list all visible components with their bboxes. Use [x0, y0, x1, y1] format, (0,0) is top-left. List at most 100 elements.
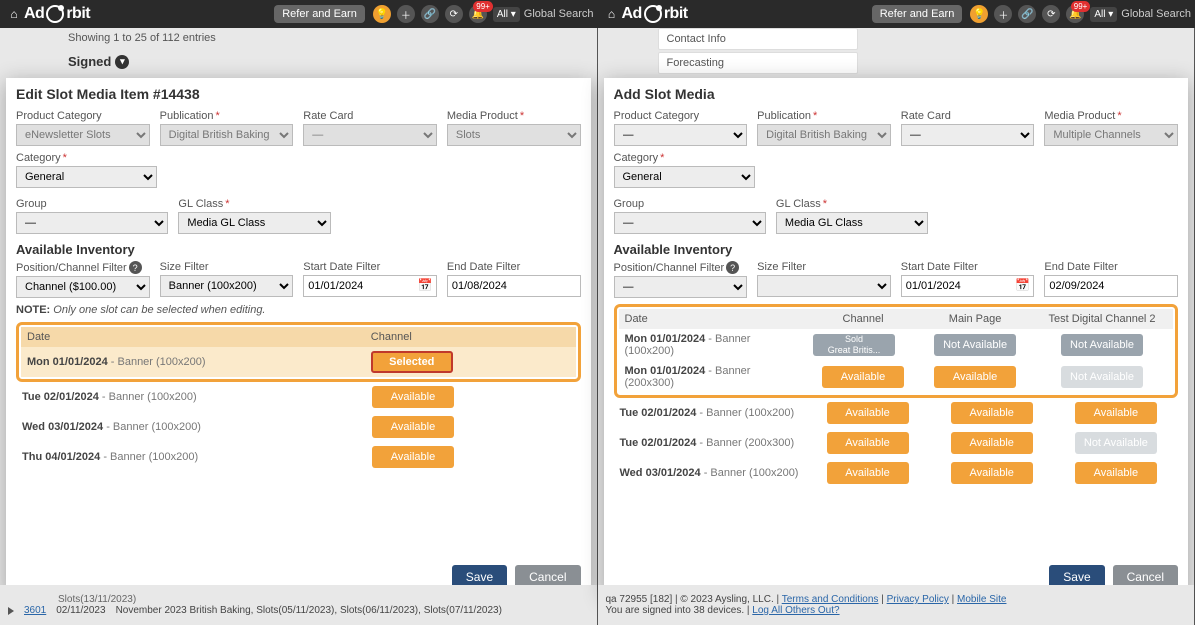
search-scope-select[interactable]: All ▾: [493, 7, 520, 22]
col-test-channel: Test Digital Channel 2: [1031, 309, 1173, 329]
media-product-select[interactable]: Slots: [447, 124, 581, 146]
table-row: Tue 02/01/2024 - Banner (200x300) Availa…: [614, 428, 1179, 458]
help-icon[interactable]: ?: [726, 261, 739, 274]
table-row: Wed 03/01/2024 - Banner (100x200) Availa…: [614, 458, 1179, 488]
table-row: Tue 02/01/2024 - Banner (100x200) Availa…: [16, 382, 581, 412]
slot-button-available[interactable]: Available: [1075, 402, 1157, 424]
position-channel-filter-select[interactable]: —: [614, 276, 748, 298]
label-group: Group: [16, 198, 168, 210]
group-select[interactable]: —: [614, 212, 766, 234]
ideas-icon[interactable]: 💡: [970, 5, 988, 23]
brand-logo: Adrbit: [24, 2, 90, 26]
slot-button-available[interactable]: Available: [951, 462, 1033, 484]
col-main-page: Main Page: [919, 309, 1031, 329]
section-available-inventory: Available Inventory: [614, 242, 1179, 257]
slot-button-available[interactable]: Available: [827, 432, 909, 454]
table-row: Tue 02/01/2024 - Banner (100x200) Availa…: [614, 398, 1179, 428]
section-available-inventory: Available Inventory: [16, 242, 581, 257]
label-size-filter: Size Filter: [160, 261, 294, 273]
add-slot-modal: Add Slot Media Product Category — Public…: [604, 78, 1189, 595]
label-category: Category *: [614, 152, 755, 164]
gl-class-select[interactable]: Media GL Class: [776, 212, 928, 234]
label-size-filter: Size Filter: [757, 261, 891, 273]
label-gl-class: GL Class *: [776, 198, 928, 210]
size-filter-select[interactable]: [757, 275, 891, 297]
link-icon[interactable]: 🔗: [421, 5, 439, 23]
slot-button-available[interactable]: Available: [372, 386, 454, 408]
category-select[interactable]: General: [614, 166, 755, 188]
label-start-date-filter: Start Date Filter: [901, 261, 1035, 273]
section-heading-signed: Signed: [68, 54, 111, 69]
chevron-down-icon[interactable]: ▾: [115, 55, 129, 69]
slot-button-not-available: Not Available: [1061, 366, 1143, 388]
history-icon[interactable]: ⟳: [1042, 5, 1060, 23]
end-date-input[interactable]: [1044, 275, 1178, 297]
expand-icon[interactable]: [8, 607, 14, 615]
add-icon[interactable]: ＋: [397, 5, 415, 23]
help-icon[interactable]: ?: [129, 261, 142, 274]
privacy-link[interactable]: Privacy Policy: [887, 594, 949, 605]
link-icon[interactable]: 🔗: [1018, 5, 1036, 23]
rate-card-select[interactable]: —: [303, 124, 437, 146]
mobile-site-link[interactable]: Mobile Site: [957, 594, 1006, 605]
terms-link[interactable]: Terms and Conditions: [782, 594, 879, 605]
rate-card-select[interactable]: —: [901, 124, 1035, 146]
product-category-select[interactable]: —: [614, 124, 748, 146]
sidebar-item-forecasting[interactable]: Forecasting: [658, 52, 858, 74]
sidebar-item-contact-info[interactable]: Contact Info: [658, 28, 858, 50]
label-end-date-filter: End Date Filter: [1044, 261, 1178, 273]
category-select[interactable]: General: [16, 166, 157, 188]
bell-icon[interactable]: 🔔99+: [1066, 5, 1084, 23]
start-date-input[interactable]: [901, 275, 1035, 297]
slot-button-available[interactable]: Available: [827, 402, 909, 424]
slot-button-available[interactable]: Available: [1075, 462, 1157, 484]
table-row: Mon 01/01/2024 - Banner (200x300) Availa…: [619, 361, 1174, 393]
refer-earn-button[interactable]: Refer and Earn: [872, 5, 963, 23]
home-icon[interactable]: ⌂: [602, 7, 622, 21]
slot-button-available[interactable]: Available: [951, 432, 1033, 454]
group-select[interactable]: —: [16, 212, 168, 234]
label-gl-class: GL Class *: [178, 198, 330, 210]
size-filter-select[interactable]: Banner (100x200): [160, 275, 294, 297]
label-product-category: Product Category: [16, 110, 150, 122]
add-icon[interactable]: ＋: [994, 5, 1012, 23]
label-position-channel-filter: Position/Channel Filter ?: [614, 261, 748, 274]
slot-button-selected[interactable]: Selected: [371, 351, 453, 373]
slot-button-available[interactable]: Available: [951, 402, 1033, 424]
label-product-category: Product Category: [614, 110, 748, 122]
table-row: Mon 01/01/2024 - Banner (100x200) SoldGr…: [619, 329, 1174, 361]
note-text: NOTE: Only one slot can be selected when…: [16, 304, 581, 316]
log-others-out-link[interactable]: Log All Others Out?: [752, 605, 839, 616]
slot-button-not-available: Not Available: [934, 334, 1016, 356]
label-publication: Publication *: [757, 110, 891, 122]
gl-class-select[interactable]: Media GL Class: [178, 212, 330, 234]
home-icon[interactable]: ⌂: [4, 7, 24, 21]
product-category-select[interactable]: eNewsletter Slots: [16, 124, 150, 146]
order-id-link[interactable]: 3601: [24, 605, 46, 616]
slot-button-available[interactable]: Available: [822, 366, 904, 388]
publication-select[interactable]: Digital British Baking: [757, 124, 891, 146]
slot-button-sold[interactable]: SoldGreat Britis...: [813, 334, 895, 356]
slot-button-available[interactable]: Available: [827, 462, 909, 484]
label-rate-card: Rate Card: [303, 110, 437, 122]
slot-button-not-available: Not Available: [1075, 432, 1157, 454]
col-date: Date: [21, 327, 365, 347]
global-search-input[interactable]: Global Search: [524, 8, 594, 20]
search-scope-select[interactable]: All ▾: [1090, 7, 1117, 22]
publication-select[interactable]: Digital British Baking: [160, 124, 294, 146]
slot-button-not-available: Not Available: [1061, 334, 1143, 356]
ideas-icon[interactable]: 💡: [373, 5, 391, 23]
refer-earn-button[interactable]: Refer and Earn: [274, 5, 365, 23]
bell-icon[interactable]: 🔔99+: [469, 5, 487, 23]
history-icon[interactable]: ⟳: [445, 5, 463, 23]
end-date-input[interactable]: [447, 275, 581, 297]
slot-button-available[interactable]: Available: [934, 366, 1016, 388]
col-channel: Channel: [365, 327, 576, 347]
modal-title: Edit Slot Media Item #14438: [6, 78, 591, 106]
start-date-input[interactable]: [303, 275, 437, 297]
media-product-select[interactable]: Multiple Channels: [1044, 124, 1178, 146]
slot-button-available[interactable]: Available: [372, 446, 454, 468]
slot-button-available[interactable]: Available: [372, 416, 454, 438]
global-search-input[interactable]: Global Search: [1121, 8, 1191, 20]
position-channel-filter-select[interactable]: Channel ($100.00): [16, 276, 150, 298]
